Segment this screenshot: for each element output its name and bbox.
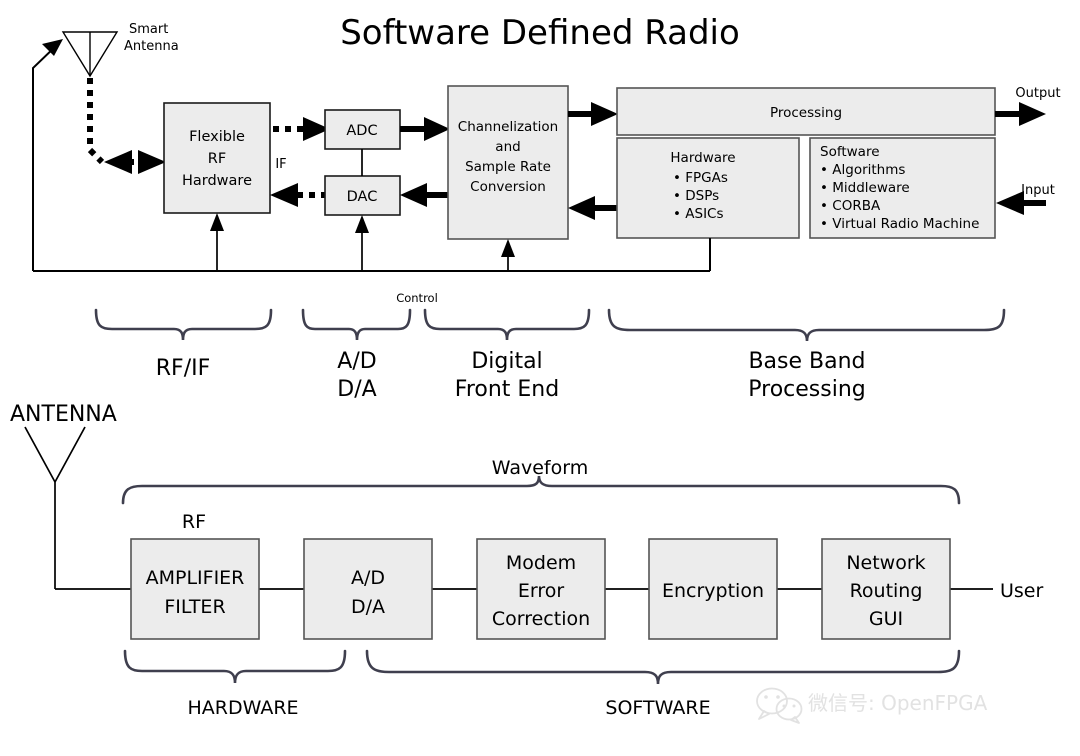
hardware-item-1: • DSPs: [673, 188, 719, 204]
block-flexible-rf-hardware-line3: Hardware: [182, 173, 252, 189]
channelization-to-processing-arrow: [568, 102, 618, 126]
page-title: Software Defined Radio: [340, 13, 740, 53]
block-ad-da-line1: A/D: [351, 567, 385, 589]
group-label-rf-if: RF/IF: [156, 356, 211, 381]
wechat-logo-icon: [756, 687, 803, 724]
sdr-diagram: Software Defined Radio Smart Antenna Fle…: [10, 13, 1061, 724]
group-label-base-band-line2: Processing: [748, 377, 865, 402]
channelization-to-dac-arrow: [400, 183, 448, 207]
block-flexible-rf-hardware-line2: RF: [208, 151, 226, 167]
smart-antenna-icon: [61, 31, 119, 78]
output-label: Output: [1015, 86, 1060, 101]
user-label: User: [1000, 580, 1043, 602]
block-channelization-line1: Channelization: [458, 119, 558, 135]
block-amplifier-filter-line2: FILTER: [164, 596, 225, 618]
block-modem-line1: Modem: [506, 552, 576, 574]
watermark: 微信号: OpenFPGA: [756, 687, 988, 724]
block-channelization-line2: and: [495, 139, 520, 155]
control-arrow-to-flexible-rf: [210, 213, 224, 271]
brace-digital-front-end: [423, 308, 591, 341]
adc-to-channelization-arrow: [400, 117, 450, 141]
block-network-line3: GUI: [869, 608, 903, 630]
block-software-title: Software: [820, 144, 880, 160]
smart-antenna-label-line2: Antenna: [124, 39, 179, 54]
antenna-feedback-line: [32, 39, 63, 271]
dac-to-rf-arrow: [270, 183, 327, 207]
hardware-item-2: • ASICs: [673, 206, 724, 222]
block-ad-da[interactable]: [303, 538, 433, 640]
rf-to-adc-arrow: [273, 117, 330, 141]
control-arrow-to-channelization: [501, 239, 515, 271]
block-adc-label: ADC: [346, 123, 377, 139]
hardware-to-channelization-arrow: [568, 196, 618, 220]
group-label-hardware: HARDWARE: [187, 697, 298, 719]
antenna-y-icon: [24, 426, 131, 590]
antenna-feed-dotted-line: [87, 78, 105, 165]
software-item-2: • CORBA: [820, 198, 881, 214]
antenna-label: ANTENNA: [10, 402, 117, 427]
block-channelization-line4: Conversion: [470, 179, 546, 195]
block-modem-line2: Error: [518, 580, 565, 602]
group-label-software: SOFTWARE: [605, 697, 710, 719]
block-network-line1: Network: [846, 552, 925, 574]
brace-base-band-processing: [607, 308, 1006, 342]
brace-hardware: [123, 649, 347, 684]
diagram-canvas: Software Defined Radio Smart Antenna Fle…: [0, 0, 1080, 756]
block-hardware-title: Hardware: [670, 150, 735, 166]
hardware-item-0: • FPGAs: [673, 170, 728, 186]
brace-rf-if: [94, 308, 273, 341]
rf-label: RF: [182, 511, 206, 533]
output-arrow: [995, 102, 1046, 126]
smart-antenna-label-line1: Smart: [129, 22, 168, 37]
brace-ad-da: [301, 308, 412, 341]
block-ad-da-line2: D/A: [351, 596, 385, 618]
block-amplifier-filter[interactable]: [130, 538, 260, 640]
waveform-label: Waveform: [492, 457, 588, 479]
group-label-base-band-line1: Base Band: [748, 349, 865, 374]
block-amplifier-filter-line1: AMPLIFIER: [146, 567, 245, 589]
block-network-line2: Routing: [850, 580, 923, 602]
group-label-ad-da-line2: D/A: [337, 377, 376, 402]
group-label-ad-da-line1: A/D: [337, 349, 376, 374]
block-modem-line3: Correction: [492, 608, 590, 630]
control-label: Control: [396, 291, 438, 305]
control-bus-line: [33, 238, 711, 272]
block-encryption-label: Encryption: [662, 580, 764, 602]
software-item-1: • Middleware: [820, 180, 910, 196]
block-channelization-line3: Sample Rate: [465, 159, 551, 175]
antenna-rf-bidirectional-arrow: [104, 150, 166, 174]
brace-waveform: [121, 475, 961, 505]
brace-software: [365, 649, 961, 685]
control-arrow-to-dac: [355, 215, 369, 271]
if-label: IF: [275, 157, 286, 172]
group-label-digital-front-end-line2: Front End: [455, 377, 559, 402]
block-dac-label: DAC: [347, 189, 378, 205]
input-label: Input: [1021, 183, 1055, 198]
software-item-0: • Algorithms: [820, 162, 905, 178]
group-label-digital-front-end-line1: Digital: [471, 349, 542, 374]
block-flexible-rf-hardware-line1: Flexible: [189, 129, 245, 145]
watermark-text: 微信号: OpenFPGA: [808, 691, 988, 715]
block-processing-label: Processing: [770, 105, 842, 121]
software-item-3: • Virtual Radio Machine: [820, 216, 979, 232]
